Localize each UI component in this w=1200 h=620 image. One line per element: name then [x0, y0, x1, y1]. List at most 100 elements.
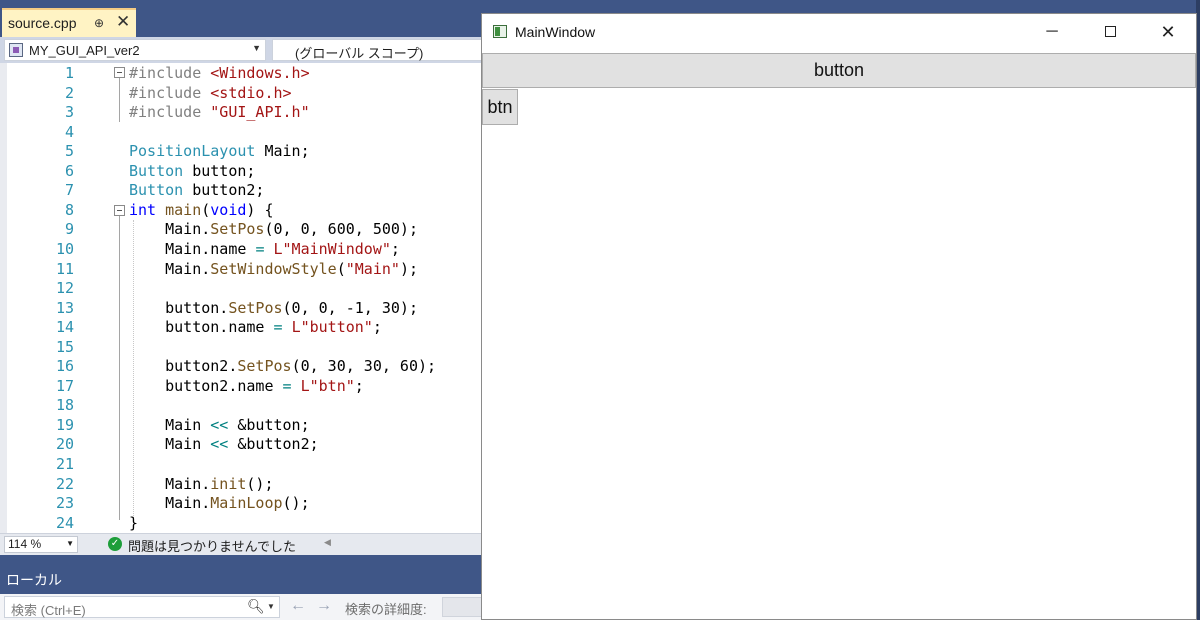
zoom-level: 114 %: [8, 537, 42, 551]
code-line[interactable]: 2 #include <stdio.h>: [0, 84, 484, 103]
line-number: 9: [64, 220, 74, 239]
code-line[interactable]: 20 Main << &button2;: [0, 435, 484, 454]
code-text: Button button2;: [129, 181, 265, 200]
code-text: PositionLayout Main;: [129, 142, 310, 161]
line-number: 13: [55, 298, 74, 317]
code-line[interactable]: 19 Main << &button;: [0, 416, 484, 435]
tab-label: source.cpp: [8, 15, 77, 31]
app-window-icon: [493, 25, 507, 38]
scroll-left-icon[interactable]: ◀: [324, 537, 331, 548]
code-line[interactable]: 3 #include "GUI_API.h": [0, 103, 484, 122]
code-line[interactable]: 23 Main.MainLoop();: [0, 494, 484, 513]
code-line[interactable]: 17 button2.name = L"btn";: [0, 377, 484, 396]
code-text: Main.MainLoop();: [129, 494, 310, 513]
line-number: 5: [64, 142, 74, 161]
code-line[interactable]: 16 button2.SetPos(0, 30, 30, 60);: [0, 357, 484, 376]
button-widget[interactable]: button: [482, 53, 1196, 88]
code-text: button2.name = L"btn";: [129, 376, 364, 395]
code-line[interactable]: 11 Main.SetWindowStyle("Main");: [0, 260, 484, 279]
tab-source-cpp[interactable]: source.cpp ⊕ ✕: [2, 8, 136, 37]
code-line[interactable]: 5 PositionLayout Main;: [0, 142, 484, 161]
issues-status: 問題は見つかりませんでした: [128, 539, 296, 554]
scope-name: (グローバル スコープ): [295, 46, 424, 61]
code-text: button.SetPos(0, 0, -1, 30);: [129, 298, 418, 317]
code-line[interactable]: 14 button.name = L"button";: [0, 318, 484, 337]
code-text: Main << &button;: [129, 415, 310, 434]
code-line[interactable]: 22 Main.init();: [0, 475, 484, 494]
line-number: 8: [64, 200, 74, 219]
code-line[interactable]: 15: [0, 338, 484, 357]
code-line[interactable]: 12: [0, 279, 484, 298]
line-number: 22: [55, 474, 74, 493]
locals-panel-header[interactable]: ローカル: [0, 566, 484, 592]
code-text: Main.init();: [129, 474, 274, 493]
line-number: 12: [55, 279, 74, 298]
line-number: 4: [64, 122, 74, 141]
code-text: #include <stdio.h>: [129, 83, 292, 102]
chevron-down-icon: ▼: [66, 539, 74, 548]
code-line[interactable]: 21: [0, 455, 484, 474]
line-number: 16: [55, 357, 74, 376]
code-line[interactable]: 1 #include <Windows.h>: [0, 64, 484, 83]
code-text: Button button;: [129, 161, 256, 180]
code-text: Main.SetPos(0, 0, 600, 500);: [129, 220, 418, 239]
code-line[interactable]: 9 Main.SetPos(0, 0, 600, 500);: [0, 220, 484, 239]
code-text: button2.SetPos(0, 30, 30, 60);: [129, 357, 437, 376]
line-number: 14: [55, 318, 74, 337]
locals-title: ローカル: [6, 572, 62, 588]
close-button[interactable]: ✕: [1139, 14, 1197, 52]
line-number: 18: [55, 396, 74, 415]
main-window[interactable]: MainWindow ─ ✕ button btn: [481, 13, 1197, 620]
code-text: Main << &button2;: [129, 435, 319, 454]
code-text: #include <Windows.h>: [129, 64, 310, 82]
line-number: 3: [64, 103, 74, 122]
search-icon[interactable]: 🔍︎: [247, 598, 265, 615]
code-text: Main.name = L"MainWindow";: [129, 239, 400, 258]
line-number: 7: [64, 181, 74, 200]
line-number: 11: [55, 259, 74, 278]
code-line[interactable]: 4: [0, 123, 484, 142]
code-line[interactable]: 18: [0, 396, 484, 415]
chevron-down-icon: ▼: [252, 43, 261, 53]
line-number: 17: [55, 376, 74, 395]
code-text: button.name = L"button";: [129, 318, 382, 337]
project-dropdown[interactable]: MY_GUI_API_ver2 ▼: [4, 39, 266, 61]
maximize-button[interactable]: [1081, 14, 1139, 52]
code-line[interactable]: 8 int main(void) {: [0, 201, 484, 220]
close-tab-icon[interactable]: ✕: [116, 12, 130, 32]
line-number: 23: [55, 494, 74, 513]
code-editor[interactable]: 1 #include <Windows.h> 2 #include <stdio.h>…: [0, 63, 484, 533]
line-number: 24: [55, 513, 74, 532]
pin-icon[interactable]: ⊕: [94, 16, 104, 30]
minimize-icon: ─: [1046, 23, 1058, 40]
arrow-left-icon[interactable]: ←: [290, 597, 306, 615]
locals-search-input[interactable]: 検索 (Ctrl+E) 🔍︎ ▼: [4, 596, 280, 618]
code-line[interactable]: 24}: [0, 514, 484, 533]
code-line[interactable]: 6 Button button;: [0, 162, 484, 181]
search-placeholder: 検索 (Ctrl+E): [11, 603, 86, 618]
btn-widget[interactable]: btn: [482, 89, 518, 125]
code-text: int main(void) {: [129, 200, 274, 219]
title-bar[interactable]: MainWindow ─ ✕: [482, 14, 1196, 52]
line-number: 6: [64, 161, 74, 180]
minimize-button[interactable]: ─: [1023, 14, 1081, 52]
code-line[interactable]: 7 Button button2;: [0, 181, 484, 200]
arrow-right-icon[interactable]: →: [316, 597, 332, 615]
line-number: 2: [64, 83, 74, 102]
scope-dropdown[interactable]: (グローバル スコープ): [272, 39, 484, 61]
code-line[interactable]: 10 Main.name = L"MainWindow";: [0, 240, 484, 259]
line-number: 1: [64, 64, 74, 82]
locals-search-row: 検索 (Ctrl+E) 🔍︎ ▼ ← → 検索の詳細度:: [0, 594, 484, 620]
chevron-down-icon[interactable]: ▼: [267, 602, 275, 611]
search-depth-label: 検索の詳細度:: [345, 602, 427, 617]
code-text: Main.SetWindowStyle("Main");: [129, 259, 418, 278]
close-icon: ✕: [1160, 22, 1176, 42]
search-depth-dropdown[interactable]: [442, 597, 484, 617]
project-icon: [9, 43, 23, 57]
zoom-dropdown[interactable]: 114 % ▼: [4, 536, 78, 553]
line-number: 10: [55, 239, 74, 258]
code-line[interactable]: 13 button.SetPos(0, 0, -1, 30);: [0, 299, 484, 318]
line-number: 21: [55, 455, 74, 473]
line-number: 19: [55, 415, 74, 434]
code-text: #include "GUI_API.h": [129, 103, 310, 122]
